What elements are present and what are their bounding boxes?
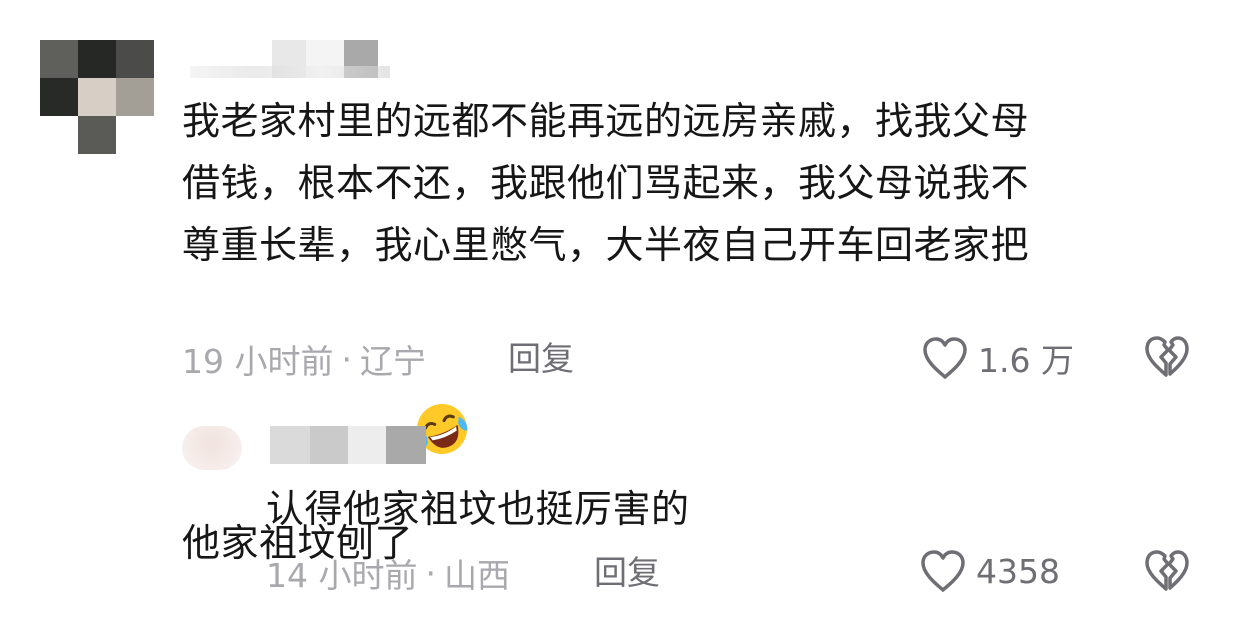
reply-username-blurred[interactable] — [270, 426, 426, 464]
reply-location: 山西 — [443, 556, 510, 595]
reply-meta: 14 小时前 · 山西 — [266, 548, 510, 598]
meta-separator: · — [341, 339, 352, 379]
meta-separator: · — [425, 553, 436, 593]
reply-text: 认得他家祖坟也挺厉害的 — [266, 487, 690, 531]
comment-time: 19 小时前 — [182, 342, 334, 381]
broken-heart-icon — [1142, 548, 1192, 596]
comment-line-2: 借钱，根本不还，我跟他们骂起来，我父母说我不 — [182, 161, 1030, 205]
comment-line-1: 我老家村里的远都不能再远的远房亲戚，找我父母 — [182, 99, 1030, 143]
reply-like-button[interactable]: 4358 — [918, 548, 1060, 594]
heart-outline-icon — [918, 548, 968, 594]
username-blur-residue — [190, 66, 390, 78]
comment-meta: 19 小时前 · 辽宁 — [182, 334, 426, 384]
like-count: 1.6 万 — [978, 341, 1074, 380]
reply-button[interactable]: 回复 — [508, 334, 574, 384]
avatar[interactable] — [40, 40, 154, 154]
comment-line-3: 尊重长辈，我心里憋气，大半夜自己开车回老家把 — [182, 223, 1030, 267]
broken-heart-icon — [1142, 334, 1192, 382]
reply-dislike-button[interactable] — [1142, 548, 1192, 596]
heart-outline-icon — [920, 335, 970, 381]
reply-like-count: 4358 — [976, 551, 1060, 591]
dislike-button[interactable] — [1142, 334, 1192, 382]
reply-avatar[interactable] — [182, 426, 242, 470]
comment-location: 辽宁 — [359, 342, 426, 381]
reply-time: 14 小时前 — [266, 556, 418, 595]
reply-to-reply-button[interactable]: 回复 — [594, 548, 660, 598]
like-button[interactable]: 1.6 万 — [920, 334, 1074, 382]
